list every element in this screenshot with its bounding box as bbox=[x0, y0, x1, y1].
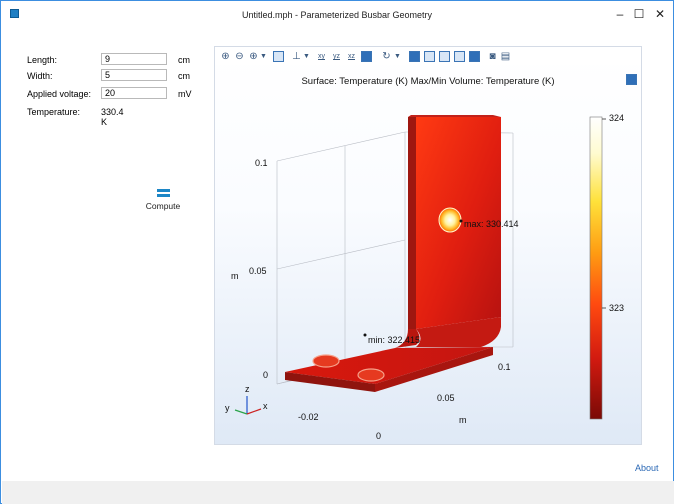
about-link[interactable]: About bbox=[635, 463, 659, 473]
close-button[interactable]: ✕ bbox=[649, 5, 671, 23]
busbar-wall-top bbox=[408, 115, 501, 117]
busbar-wall-side bbox=[408, 117, 416, 329]
z-tick-label: 0.05 bbox=[249, 266, 267, 276]
compute-label: Compute bbox=[145, 201, 181, 211]
z-axis-label: m bbox=[231, 271, 239, 281]
color-legend-bar bbox=[589, 116, 603, 420]
y-tick-label: 0.1 bbox=[498, 362, 511, 372]
bolt-hole bbox=[312, 354, 340, 368]
color-legend-tick: 324 bbox=[609, 113, 624, 123]
max-marker bbox=[459, 219, 463, 223]
temperature-label: Temperature: bbox=[27, 107, 81, 117]
compute-button[interactable]: Compute bbox=[141, 189, 185, 223]
length-unit: cm bbox=[178, 55, 190, 65]
equals-icon bbox=[156, 189, 170, 197]
parameter-panel: Length: cm Width: cm Applied voltage: mV… bbox=[1, 29, 211, 449]
width-label: Width: bbox=[27, 71, 53, 81]
x-tick-label: -0.02 bbox=[298, 412, 319, 422]
z-tick-label: 0.1 bbox=[255, 158, 268, 168]
z-tick-label: 0 bbox=[263, 370, 268, 380]
voltage-unit: mV bbox=[178, 89, 192, 99]
maximize-button[interactable]: ☐ bbox=[628, 5, 650, 23]
graphics-window[interactable]: ⊕ ⊖ ⊕ ▼ ⊥ ▼ xy yz xz ↻ ▼ ◙ ▤ Surface: Te… bbox=[214, 46, 642, 445]
app-window: Untitled.mph - Parameterized Busbar Geom… bbox=[0, 0, 674, 504]
triad-y-label: y bbox=[225, 403, 230, 413]
min-label: min: 322.415 bbox=[368, 335, 420, 345]
plot-canvas: 0.1 0.05 0 m max: 330.414 min: 322.415 0… bbox=[225, 113, 624, 441]
y-axis-label: m bbox=[459, 415, 467, 425]
voltage-input[interactable] bbox=[101, 87, 167, 99]
y-tick-label: 0.05 bbox=[437, 393, 455, 403]
width-input[interactable] bbox=[101, 69, 167, 81]
voltage-label: Applied voltage: bbox=[27, 89, 92, 99]
color-legend-tick: 323 bbox=[609, 303, 624, 313]
width-unit: cm bbox=[178, 71, 190, 81]
hot-spot-hole bbox=[438, 207, 462, 233]
triad-z-label: z bbox=[245, 384, 250, 394]
axis-triad: z y x bbox=[225, 384, 268, 415]
length-input[interactable] bbox=[101, 53, 167, 65]
status-footer bbox=[2, 481, 674, 504]
x-tick-label: 0 bbox=[376, 431, 381, 441]
window-title: Untitled.mph - Parameterized Busbar Geom… bbox=[241, 10, 433, 20]
max-label: max: 330.414 bbox=[464, 219, 519, 229]
temperature-value: 330.4 K bbox=[101, 107, 124, 127]
length-label: Length: bbox=[27, 55, 58, 65]
triad-x-label: x bbox=[263, 401, 268, 411]
bolt-hole bbox=[357, 368, 385, 382]
title-bar: Untitled.mph - Parameterized Busbar Geom… bbox=[1, 1, 673, 29]
min-marker bbox=[363, 333, 367, 337]
